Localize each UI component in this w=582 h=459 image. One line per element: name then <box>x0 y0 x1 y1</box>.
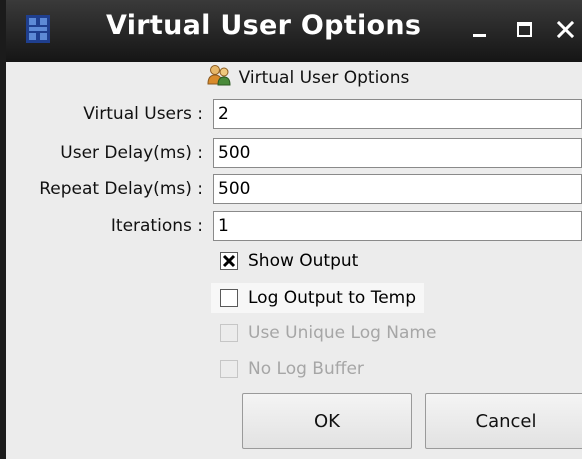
checkbox-box <box>220 324 238 342</box>
user-delay-input[interactable] <box>213 138 582 168</box>
use-unique-log-name-checkbox: Use Unique Log Name <box>211 318 436 348</box>
maximize-icon[interactable] <box>511 14 539 44</box>
repeat-delay-label: Repeat Delay(ms) : <box>39 179 203 199</box>
show-output-label: Show Output <box>248 251 359 271</box>
close-icon[interactable] <box>552 14 580 44</box>
cancel-button[interactable]: Cancel <box>425 393 582 449</box>
log-output-to-temp-label: Log Output to Temp <box>248 288 416 308</box>
log-output-to-temp-checkbox[interactable]: Log Output to Temp <box>211 283 424 313</box>
checkbox-box <box>220 360 238 378</box>
repeat-delay-input[interactable] <box>213 174 582 204</box>
show-output-checkbox[interactable]: Show Output <box>211 246 358 276</box>
minimize-icon[interactable] <box>466 14 494 44</box>
users-icon <box>207 64 231 91</box>
iterations-label: Iterations : <box>110 216 203 236</box>
check-icon <box>222 254 236 268</box>
no-log-buffer-checkbox: No Log Buffer <box>211 354 364 384</box>
no-log-buffer-label: No Log Buffer <box>248 359 364 379</box>
title-bar[interactable]: Virtual User Options <box>6 0 582 62</box>
virtual-users-label: Virtual Users : <box>83 104 203 124</box>
user-delay-label: User Delay(ms) : <box>60 143 203 163</box>
checkbox-box[interactable] <box>220 252 238 270</box>
virtual-users-input[interactable] <box>213 99 582 129</box>
dialog-header-label: Virtual User Options <box>238 67 410 88</box>
app-icon <box>26 15 50 43</box>
iterations-input[interactable] <box>213 211 582 241</box>
virtual-user-options-dialog: Virtual User Options Virtual User Option… <box>0 0 582 459</box>
window-title: Virtual User Options <box>106 10 422 41</box>
dialog-header: Virtual User Options <box>6 64 582 90</box>
use-unique-log-name-label: Use Unique Log Name <box>248 323 437 343</box>
ok-button[interactable]: OK <box>242 393 412 449</box>
checkbox-box[interactable] <box>220 289 238 307</box>
